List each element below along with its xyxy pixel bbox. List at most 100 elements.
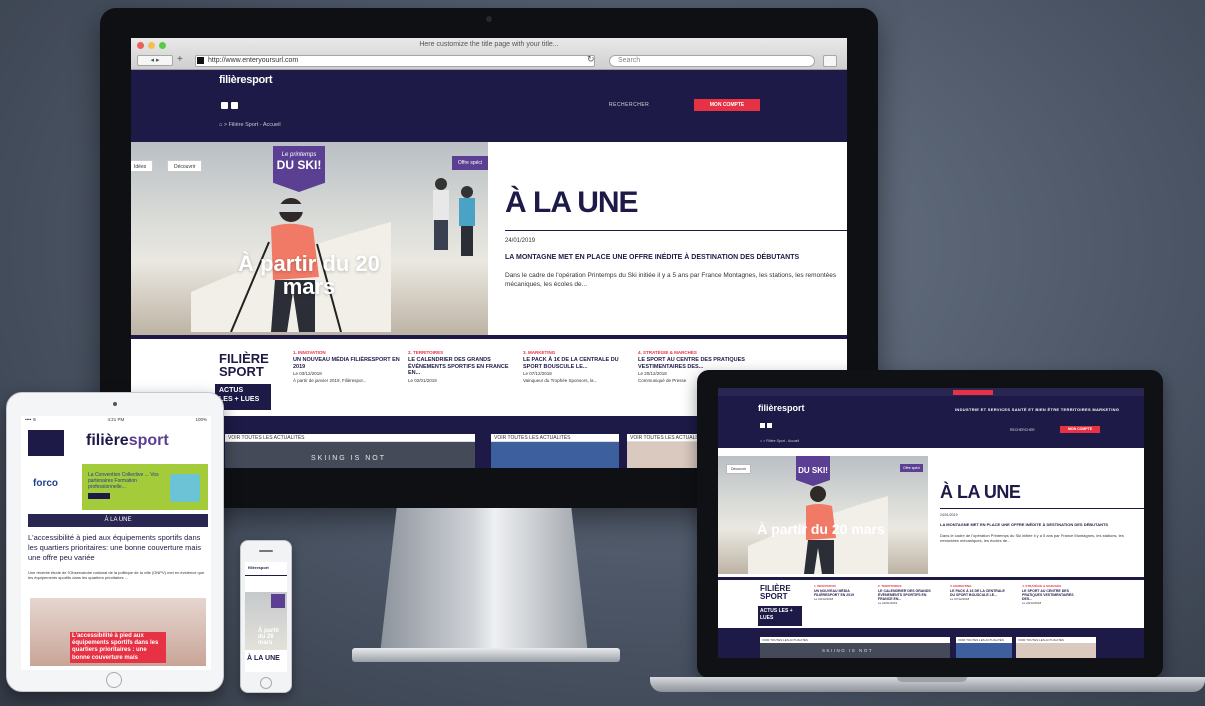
laptop-discover-tag[interactable]: Découvrir — [726, 464, 751, 474]
badge-line2: DU SKI! — [276, 158, 322, 172]
news-item[interactable]: 2. TERRITOIRES LE CALENDRIER DES GRANDS … — [408, 350, 516, 383]
article-date: 24/01/2019 — [505, 238, 536, 244]
laptop-main-menu[interactable]: INDUSTRIE ET SERVICES SANTÉ ET BIEN ÊTRE… — [955, 407, 1119, 412]
news-card[interactable]: VOIR TOUTES LES ACTUALITÉS — [225, 434, 475, 468]
background-skiers — [433, 178, 475, 256]
laptop-search-link[interactable]: RECHERCHER — [1010, 428, 1035, 432]
signal-icon: •••• ≋ — [25, 417, 37, 422]
phone-caption: À partir du 20 mars — [258, 628, 280, 646]
news-date: Le 02/01/2019 — [408, 377, 437, 383]
phone-logo[interactable]: filièresport — [245, 562, 287, 576]
news-headline[interactable]: LE PACK À 1€ DE LA CENTRALE DU SPORT BOU… — [523, 357, 631, 370]
news-headline[interactable]: LE SPORT AU CENTRE DES PRATIQUES VESTIME… — [638, 357, 746, 370]
news-category: 3. MARKETING — [950, 584, 972, 588]
laptop-news-card[interactable]: VOIR TOUTES LES ACTUALITÉS — [1016, 637, 1096, 658]
tablet-site-logo[interactable]: filièresport — [86, 432, 169, 450]
new-tab-icon[interactable]: + — [177, 54, 183, 65]
address-bar[interactable]: http://www.enteryoursurl.com — [195, 55, 595, 67]
news-category: 4. STRATÉGIE & MARCHÉS — [638, 350, 697, 355]
laptop-news-item[interactable]: 4. STRATÉGIE & MARCHÉS LE SPORT AU CENTR… — [1022, 584, 1082, 606]
site-favicon-icon — [197, 57, 204, 64]
news-headline[interactable]: LE PACK À 1€ DE LA CENTRALE DU SPORT BOU… — [950, 589, 1010, 597]
phone-speaker — [259, 550, 273, 552]
article-excerpt: Dans le cadre de l'opération Printemps d… — [505, 272, 837, 288]
logo-suffix: sport — [128, 432, 169, 449]
hero-banner[interactable]: Idées Découvrir Le printemps DU SKI! À p… — [131, 142, 488, 335]
laptop-social-links — [760, 423, 772, 428]
laptop-article-headline[interactable]: LA MONTAGNE MET EN PLACE UNE OFFRE INÉDI… — [940, 522, 1108, 527]
hero-caption: À partir du 20 mars — [238, 251, 380, 300]
news-category: 1. INNOVATION — [814, 584, 836, 588]
browser-search-input[interactable]: Search — [609, 55, 815, 67]
tabs-overview-button[interactable] — [823, 55, 837, 67]
laptop-news-item[interactable]: 1. INNOVATION UN NOUVEAU MÉDIA FILIÈRESP… — [814, 584, 874, 602]
news-headline[interactable]: LE SPORT AU CENTRE DES PRATIQUES VESTIME… — [1022, 589, 1082, 601]
printemps-du-ski-badge: Le printemps DU SKI! — [273, 146, 325, 192]
news-item[interactable]: 3. MARKETING LE PACK À 1€ DE LA CENTRALE… — [523, 350, 631, 384]
laptop-account-button[interactable]: MON COMPTE — [1060, 426, 1100, 433]
reload-icon[interactable]: ↻ — [587, 54, 595, 65]
ad-button[interactable] — [88, 493, 110, 499]
breadcrumb[interactable]: ⌂ > Filière Sport - Accueil — [219, 122, 281, 128]
hero-tag-ideas[interactable]: Idées — [131, 160, 154, 172]
laptop-topbar-highlight[interactable] — [953, 390, 993, 395]
facebook-icon[interactable] — [760, 423, 765, 428]
divider — [505, 230, 847, 231]
news-item[interactable]: 1. INNOVATION UN NOUVEAU MÉDIA FILIÈRESP… — [293, 350, 401, 384]
account-button[interactable]: MON COMPTE — [694, 99, 760, 111]
window-title: Here customize the title page with your … — [419, 41, 559, 48]
laptop-topbar — [718, 388, 1144, 396]
news-headline[interactable]: UN NOUVEAU MÉDIA FILIÈRESPORT EN 2019 — [293, 357, 401, 370]
tablet-partner-logo — [28, 430, 64, 456]
article-headline[interactable]: LA MONTAGNE MET EN PLACE UNE OFFRE INÉDI… — [505, 254, 799, 261]
facebook-icon[interactable] — [221, 102, 228, 109]
hero-offer-tag[interactable]: Offre spéci — [451, 156, 488, 170]
phone-badge — [271, 594, 285, 608]
news-card[interactable]: VOIR TOUTES LES ACTUALITÉS — [491, 434, 619, 468]
twitter-icon[interactable] — [231, 102, 238, 109]
tablet-headline[interactable]: L'accessibilité à pied aux équipements s… — [28, 533, 208, 562]
news-category: 1. INNOVATION — [293, 350, 326, 355]
laptop-news-item[interactable]: 3. MARKETING LE PACK À 1€ DE LA CENTRALE… — [950, 584, 1010, 602]
phone-title: À LA UNE — [247, 655, 280, 662]
laptop-breadcrumb[interactable]: ⌂ > Filière Sport - Accueil — [760, 439, 799, 443]
see-all-link[interactable]: VOIR TOUTES LES ACTUALITÉS — [491, 434, 619, 442]
news-date: Le 07/12/2018 — [950, 597, 970, 602]
laptop-offer-tag[interactable]: Offre spéci — [900, 464, 923, 472]
ad-illustration-icon — [170, 474, 200, 502]
news-headline[interactable]: UN NOUVEAU MÉDIA FILIÈRESPORT EN 2019 — [814, 589, 874, 597]
laptop-article-excerpt: Dans le cadre de l'opération Printemps d… — [940, 533, 1124, 544]
news-headline[interactable]: LE CALENDRIER DES GRANDS ÉVÉNEMENTS SPOR… — [408, 357, 516, 377]
news-excerpt: Vainqueur du Trophée Sponsors, la... — [523, 378, 598, 384]
card-image — [956, 643, 1012, 658]
a-la-une-title: À LA UNE — [505, 186, 639, 219]
status-time: 4:21 PM — [107, 417, 125, 422]
brand-block: FILIÈRE SPORT — [219, 352, 273, 378]
laptop-news-card[interactable]: VOIR TOUTES LES ACTUALITÉS — [956, 637, 1012, 658]
phone-home-button[interactable] — [260, 677, 272, 689]
tablet-home-button[interactable] — [106, 672, 122, 688]
back-forward-buttons[interactable]: ◂ ▸ — [137, 55, 173, 66]
laptop-badge: DU SKI! — [796, 456, 830, 486]
see-all-link[interactable]: VOIR TOUTES LES ACTUALITÉS — [762, 638, 808, 642]
a-la-une-panel — [488, 142, 847, 335]
see-all-link[interactable]: VOIR TOUTES LES ACTUALITÉS — [1018, 638, 1064, 642]
tablet-section-bar: À LA UNE — [28, 514, 208, 527]
twitter-icon[interactable] — [767, 423, 772, 428]
search-link[interactable]: RECHERCHER — [609, 102, 649, 108]
card-overlay-text: SKIING IS NOT — [311, 455, 387, 462]
badge-line1: Le printemps — [281, 152, 317, 158]
see-all-link[interactable]: VOIR TOUTES LES ACTUALITÉS — [225, 434, 475, 442]
site-logo[interactable]: filièresport — [219, 74, 273, 86]
laptop-news-item[interactable]: 2. TERRITOIRES LE CALENDRIER DES GRANDS … — [878, 584, 938, 606]
battery-icon: 100% — [195, 417, 207, 422]
news-date: Le 02/01/2019 — [878, 601, 898, 606]
news-headline[interactable]: LE CALENDRIER DES GRANDS ÉVÉNEMENTS SPOR… — [878, 589, 938, 601]
actus-line1: ACTUS — [219, 387, 244, 394]
see-all-link[interactable]: VOIR TOUTES LES ACTUALITÉS — [958, 638, 1004, 642]
hero-tag-discover[interactable]: Découvrir — [167, 160, 203, 172]
divider — [940, 508, 1144, 509]
monitor-stand — [380, 508, 588, 654]
laptop-site-logo[interactable]: filièresport — [758, 403, 805, 413]
forco-logo: forco — [33, 478, 58, 489]
